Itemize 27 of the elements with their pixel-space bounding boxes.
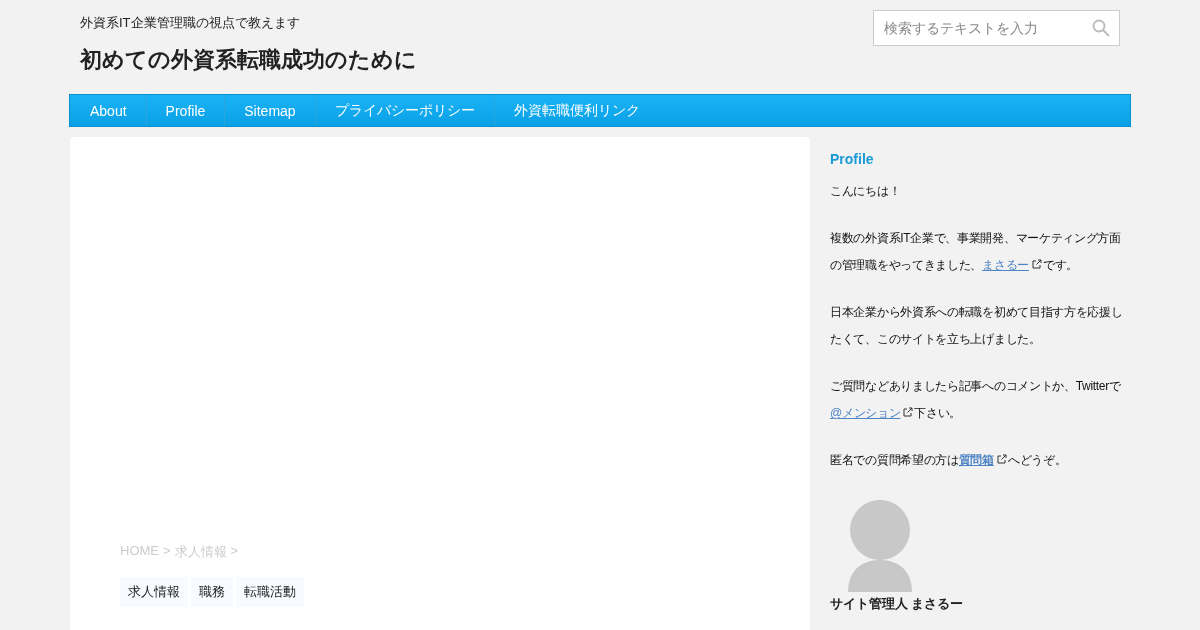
- category-tag[interactable]: 職務: [191, 577, 233, 607]
- breadcrumb-separator: >: [230, 543, 239, 560]
- category-tag[interactable]: 転職活動: [236, 577, 304, 607]
- profile-paragraph: 匿名での質問希望の方は質問箱 へどうぞ。: [830, 452, 1068, 469]
- category-tag[interactable]: 求人情報: [120, 577, 188, 607]
- external-link-icon: [996, 454, 1007, 464]
- profile-paragraph: ご質問などありましたら記事へのコメントか、Twitterで @メンション 下さい。: [830, 378, 1122, 422]
- site-title[interactable]: 初めての外資系転職成功のために: [80, 45, 417, 75]
- nav-link[interactable]: Profile: [146, 95, 226, 126]
- nav-link[interactable]: プライバシーポリシー: [315, 95, 495, 126]
- profile-link[interactable]: まさるー: [982, 258, 1029, 272]
- widget-heading: Profile: [830, 151, 875, 167]
- profile-paragraph: 日本企業から外資系への転職を初めて目指す方を応援したくて、このサイトを立ち上げました。: [830, 304, 1124, 348]
- site-tagline: 外資系IT企業管理職の視点で教えます: [80, 14, 301, 32]
- nav-link[interactable]: About: [70, 95, 147, 126]
- search-field[interactable]: 検索するテキストを入力: [873, 10, 1120, 46]
- profile-paragraph: 複数の外資系IT企業で、事業開発、マーケティング方面の管理職をやってきました、まさるー です。: [830, 230, 1122, 274]
- search-icon[interactable]: [1092, 19, 1110, 37]
- profile-link[interactable]: 質問箱: [958, 453, 994, 467]
- breadcrumb-separator: >: [163, 543, 171, 560]
- profile-paragraph: こんにちは！: [830, 183, 902, 200]
- profile-link[interactable]: @メンション: [830, 406, 901, 420]
- external-link-icon: [1031, 259, 1042, 269]
- external-link-icon: [903, 407, 914, 417]
- nav-link[interactable]: Sitemap: [225, 95, 316, 126]
- admin-caption: サイト管理人 まさるー: [830, 596, 965, 613]
- nav-link[interactable]: 外資転職便利リンク: [494, 95, 659, 126]
